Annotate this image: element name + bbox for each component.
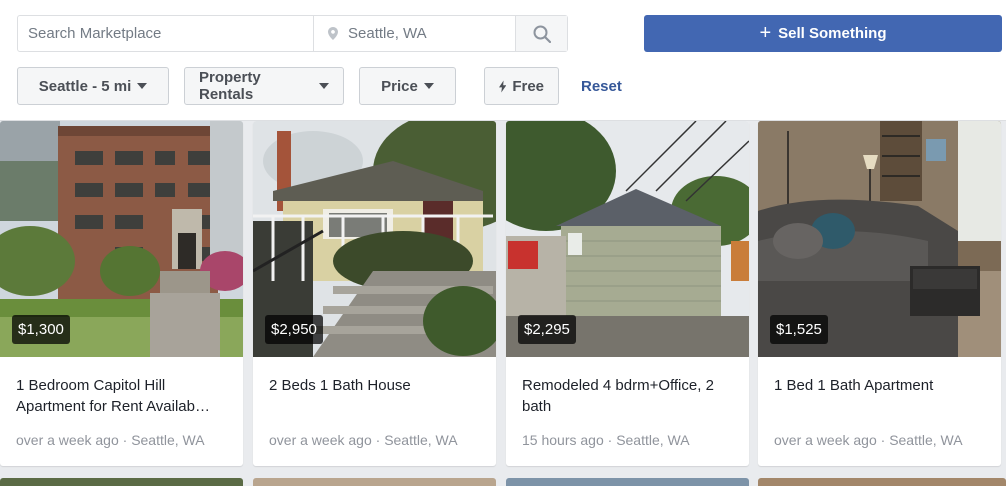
category-filter-button[interactable]: Property Rentals	[184, 67, 344, 105]
listing-time: over a week ago	[16, 432, 119, 448]
price-tag: $2,950	[265, 315, 323, 344]
listing-time: over a week ago	[269, 432, 372, 448]
listing-card-partial[interactable]	[758, 478, 1006, 486]
search-button[interactable]	[516, 16, 567, 51]
listing-location: Seattle, WA	[131, 432, 205, 448]
listing-location: Seattle, WA	[616, 432, 690, 448]
plus-icon: +	[759, 21, 772, 44]
listing-card[interactable]: $2,295 Remodeled 4 bdrm+Office, 2 bath 1…	[506, 121, 749, 466]
price-tag: $1,300	[12, 315, 70, 344]
listing-time: over a week ago	[774, 432, 877, 448]
listing-card-partial[interactable]	[506, 478, 749, 486]
listing-card[interactable]: $1,300 1 Bedroom Capitol Hill Apartment …	[0, 121, 243, 466]
listing-card-partial[interactable]	[253, 478, 496, 486]
listing-time: 15 hours ago	[522, 432, 604, 448]
listing-card[interactable]: $2,950 2 Beds 1 Bath House over a week a…	[253, 121, 496, 466]
radius-filter-button[interactable]: Seattle - 5 mi	[17, 67, 169, 105]
listing-meta: over a week ago · Seattle, WA	[269, 432, 458, 448]
lightning-bolt-icon	[499, 80, 507, 92]
listing-title: 1 Bedroom Capitol Hill Apartment for Ren…	[16, 377, 210, 415]
location-selector[interactable]: Seattle, WA	[314, 16, 516, 51]
meta-separator: ·	[122, 432, 128, 448]
meta-separator: ·	[375, 432, 381, 448]
listing-title: Remodeled 4 bdrm+Office, 2 bath	[522, 377, 714, 415]
free-filter-label: Free	[512, 77, 544, 95]
price-tag: $2,295	[518, 315, 576, 344]
filter-bar: Seattle - 5 mi Property Rentals Price Fr…	[17, 67, 622, 105]
radius-filter-label: Seattle - 5 mi	[38, 77, 132, 95]
meta-separator: ·	[607, 432, 613, 448]
listing-photo: $1,525	[758, 121, 1001, 357]
price-tag: $1,525	[770, 315, 828, 344]
price-filter-button[interactable]: Price	[359, 67, 456, 105]
category-filter-label: Property Rentals	[199, 69, 261, 103]
sell-something-button[interactable]: + Sell Something	[644, 15, 1002, 52]
listing-location: Seattle, WA	[384, 432, 458, 448]
caret-down-icon	[137, 83, 148, 89]
search-icon	[533, 25, 551, 43]
listing-meta: 15 hours ago · Seattle, WA	[522, 432, 690, 448]
search-input[interactable]	[18, 16, 314, 51]
listing-meta: over a week ago · Seattle, WA	[774, 432, 963, 448]
listing-card-partial[interactable]	[0, 478, 243, 486]
listing-title: 2 Beds 1 Bath House	[269, 377, 411, 394]
reset-filters-link[interactable]: Reset	[581, 78, 622, 95]
listing-photo: $2,950	[253, 121, 496, 357]
marketplace-header: Seattle, WA + Sell Something Seattle - 5…	[0, 0, 1006, 121]
listing-meta: over a week ago · Seattle, WA	[16, 432, 205, 448]
listing-title: 1 Bed 1 Bath Apartment	[774, 377, 934, 394]
listing-photo: $1,300	[0, 121, 243, 357]
meta-separator: ·	[880, 432, 886, 448]
caret-down-icon	[319, 83, 329, 89]
listing-card[interactable]: $1,525 1 Bed 1 Bath Apartment over a wee…	[758, 121, 1001, 466]
location-text: Seattle, WA	[348, 25, 427, 42]
location-pin-icon	[328, 27, 338, 40]
sell-button-label: Sell Something	[778, 25, 887, 42]
free-filter-button[interactable]: Free	[484, 67, 559, 105]
listing-location: Seattle, WA	[889, 432, 963, 448]
search-bar: Seattle, WA	[17, 15, 568, 52]
caret-down-icon	[423, 83, 434, 89]
listing-photo: $2,295	[506, 121, 749, 357]
price-filter-label: Price	[381, 77, 418, 95]
